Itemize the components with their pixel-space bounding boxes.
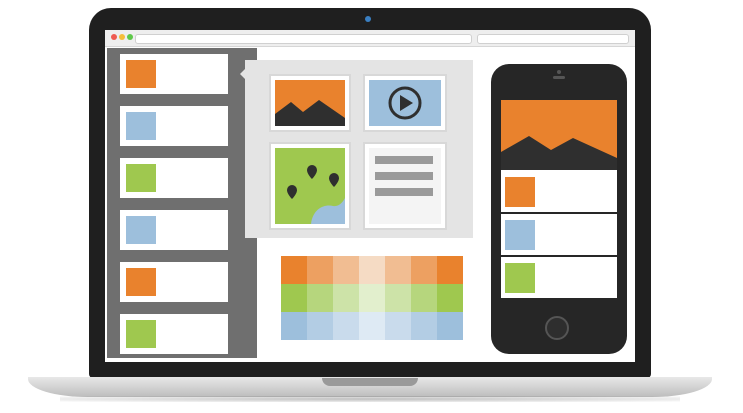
palette-cell[interactable]	[281, 312, 307, 340]
palette-cell[interactable]	[411, 312, 437, 340]
palette-cell[interactable]	[411, 256, 437, 284]
palette-cell[interactable]	[307, 256, 333, 284]
laptop-screen	[105, 30, 635, 362]
close-window-dot[interactable]	[111, 34, 117, 40]
video-play-icon	[369, 80, 441, 126]
media-popover	[245, 60, 473, 238]
palette-cell[interactable]	[385, 284, 411, 312]
palette-cell[interactable]	[333, 284, 359, 312]
palette-cell[interactable]	[411, 284, 437, 312]
thumbnail-swatch	[126, 268, 156, 296]
palette-cell[interactable]	[437, 284, 463, 312]
image-tile[interactable]	[269, 74, 351, 132]
palette-cell[interactable]	[281, 256, 307, 284]
laptop-shadow	[60, 396, 680, 402]
thumbnail-swatch	[505, 177, 535, 207]
sidebar-list-item[interactable]	[120, 54, 228, 94]
thumbnail-swatch	[505, 263, 535, 293]
text-tile[interactable]	[363, 142, 447, 230]
browser-toolbar	[105, 30, 635, 47]
palette-cell[interactable]	[307, 284, 333, 312]
smartphone	[491, 64, 627, 354]
color-palette-grid	[281, 256, 463, 340]
sidebar-list-item[interactable]	[120, 314, 228, 354]
palette-cell[interactable]	[359, 312, 385, 340]
minimize-window-dot[interactable]	[119, 34, 125, 40]
palette-cell[interactable]	[385, 312, 411, 340]
palette-cell[interactable]	[385, 256, 411, 284]
thumbnail-swatch	[126, 216, 156, 244]
palette-cell[interactable]	[281, 284, 307, 312]
thumbnail-swatch	[126, 320, 156, 348]
sidebar-list-item[interactable]	[120, 210, 228, 250]
palette-cell[interactable]	[437, 312, 463, 340]
palette-cell[interactable]	[333, 312, 359, 340]
palette-cell[interactable]	[307, 312, 333, 340]
phone-screen	[501, 100, 617, 300]
sidebar-list-item[interactable]	[120, 106, 228, 146]
palette-cell[interactable]	[333, 256, 359, 284]
laptop-notch	[322, 378, 418, 386]
landscape-image-icon	[275, 80, 345, 126]
sidebar-list-item[interactable]	[120, 158, 228, 198]
video-tile[interactable]	[363, 74, 447, 132]
phone-hero-image	[501, 100, 617, 170]
map-tile[interactable]	[269, 142, 351, 230]
maximize-window-dot[interactable]	[127, 34, 133, 40]
palette-cell[interactable]	[359, 284, 385, 312]
sidebar-list-item[interactable]	[120, 262, 228, 302]
webcam-icon	[365, 16, 371, 22]
palette-cell[interactable]	[437, 256, 463, 284]
phone-camera-icon	[557, 70, 561, 74]
address-bar[interactable]	[135, 34, 472, 44]
browser-search-bar[interactable]	[477, 34, 629, 44]
map-icon	[275, 148, 345, 224]
phone-list-item[interactable]	[501, 215, 617, 257]
phone-speaker	[553, 76, 565, 79]
thumbnail-swatch	[126, 164, 156, 192]
phone-home-button[interactable]	[545, 316, 569, 340]
phone-list-item[interactable]	[501, 258, 617, 300]
thumbnail-swatch	[126, 60, 156, 88]
palette-cell[interactable]	[359, 256, 385, 284]
thumbnail-swatch	[505, 220, 535, 250]
sidebar	[107, 48, 257, 358]
phone-list-item[interactable]	[501, 172, 617, 214]
text-document-icon	[369, 148, 441, 224]
thumbnail-swatch	[126, 112, 156, 140]
